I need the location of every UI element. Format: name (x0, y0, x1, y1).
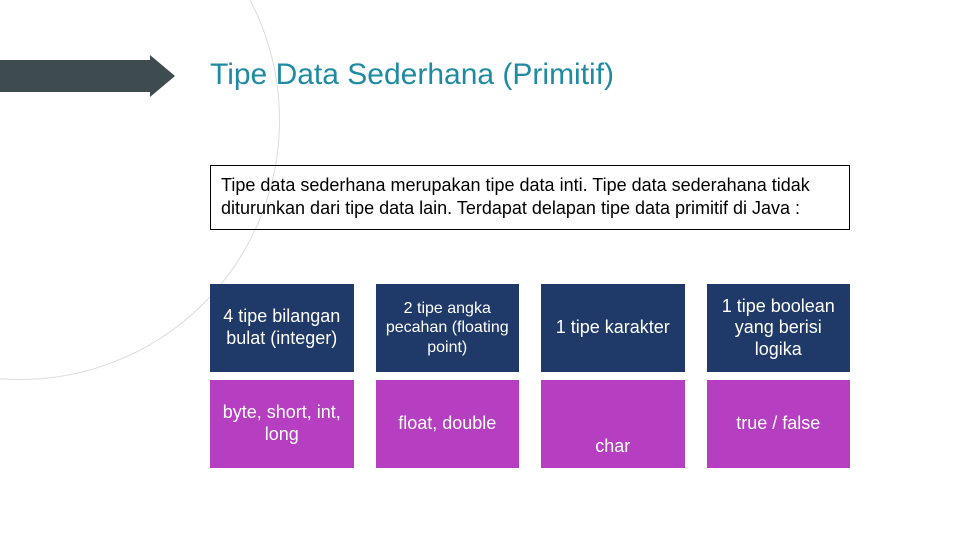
values-boolean: true / false (707, 380, 851, 468)
page-title: Tipe Data Sederhana (Primitif) (210, 58, 614, 92)
description-text: Tipe data sederhana merupakan tipe data … (221, 175, 810, 218)
header-boolean: 1 tipe boolean yang berisi logika (707, 284, 851, 372)
values-float: float, double (376, 380, 520, 468)
decor-chevron-icon (150, 55, 175, 97)
header-float: 2 tipe angka pecahan (floating point) (376, 284, 520, 372)
description-box: Tipe data sederhana merupakan tipe data … (210, 165, 850, 230)
decor-bar (0, 60, 150, 92)
values-integer: byte, short, int, long (210, 380, 354, 468)
values-char: char (541, 380, 685, 468)
header-char: 1 tipe karakter (541, 284, 685, 372)
type-grid: 4 tipe bilangan bulat (integer) 2 tipe a… (210, 284, 850, 468)
header-integer: 4 tipe bilangan bulat (integer) (210, 284, 354, 372)
